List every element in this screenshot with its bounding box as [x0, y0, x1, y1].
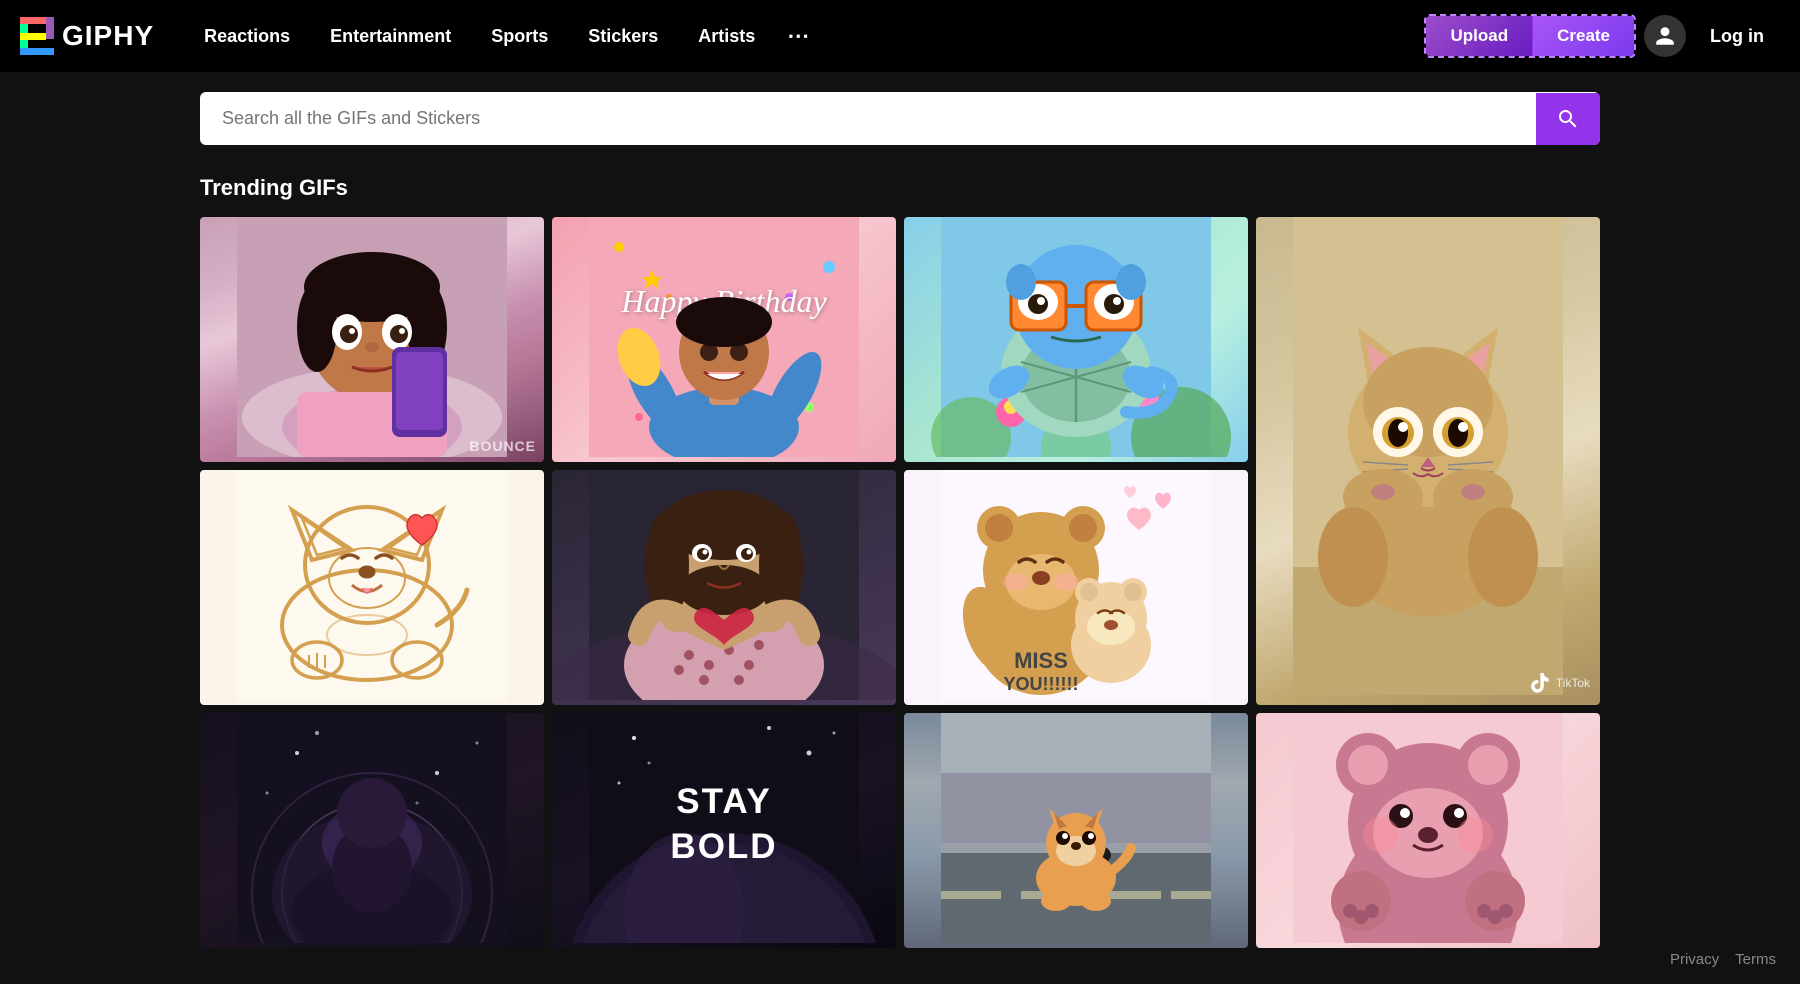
birthday-gif: Happy Birthday To me: [552, 217, 896, 457]
woman-gif: [200, 217, 544, 457]
svg-text:BOLD: BOLD: [670, 827, 777, 866]
nav-artists[interactable]: Artists: [678, 18, 775, 55]
logo-text: GIPHY: [62, 20, 154, 52]
header-right: Upload Create Log in: [1424, 14, 1780, 58]
search-bar: [200, 92, 1600, 145]
login-button[interactable]: Log in: [1694, 18, 1780, 55]
giphy-logo[interactable]: GIPHY: [20, 17, 154, 55]
main-nav: Reactions Entertainment Sports Stickers …: [184, 15, 1414, 57]
stay-bold-gif: STAY BOLD: [552, 713, 896, 943]
cat-gif: [1256, 217, 1600, 695]
logo-icon: [20, 17, 54, 55]
user-icon-button[interactable]: [1644, 15, 1686, 57]
gif-grid: BOUNCE Happy Birthday To me: [200, 217, 1600, 948]
gif-item-squirtle[interactable]: [904, 217, 1248, 462]
svg-text:MISS: MISS: [1014, 648, 1068, 673]
gif-item-man-heart[interactable]: [552, 470, 896, 705]
tiktok-watermark: TikTok: [1528, 671, 1590, 695]
search-section: [0, 72, 1800, 165]
search-icon: [1556, 107, 1580, 131]
create-button[interactable]: Create: [1532, 16, 1634, 56]
trending-title: Trending GIFs: [200, 175, 1600, 201]
corgi-gif: [200, 470, 544, 700]
nav-entertainment[interactable]: Entertainment: [310, 18, 471, 55]
gif-item-pink-bear[interactable]: [1256, 713, 1600, 948]
gif-item-corgi[interactable]: [200, 470, 544, 705]
upload-button[interactable]: Upload: [1426, 16, 1532, 56]
gif-item-cat[interactable]: TikTok: [1256, 217, 1600, 705]
upload-create-group: Upload Create: [1424, 14, 1636, 58]
gif-item-miss-you[interactable]: MISS YOU!!!!!!: [904, 470, 1248, 705]
nav-reactions[interactable]: Reactions: [184, 18, 310, 55]
terms-link[interactable]: Terms: [1735, 951, 1776, 968]
nav-more-button[interactable]: ⋯: [775, 15, 821, 57]
man-heart-gif: [552, 470, 896, 700]
bounce-watermark: BOUNCE: [469, 438, 536, 454]
gif-item-stay-bold[interactable]: STAY BOLD: [552, 713, 896, 948]
dark-gif: [200, 713, 544, 943]
gif-item-birthday[interactable]: Happy Birthday To me: [552, 217, 896, 462]
tiktok-icon: [1528, 671, 1552, 695]
dog-road-gif: [904, 713, 1248, 943]
pink-bear-gif: [1256, 713, 1600, 943]
tiktok-label: TikTok: [1556, 676, 1590, 690]
svg-text:YOU!!!!!!: YOU!!!!!!: [1004, 674, 1079, 694]
miss-you-gif: MISS YOU!!!!!!: [904, 470, 1248, 700]
squirtle-gif: [904, 217, 1248, 457]
header: GIPHY Reactions Entertainment Sports Sti…: [0, 0, 1800, 72]
main-content: Trending GIFs: [0, 165, 1800, 968]
user-icon: [1654, 25, 1676, 47]
gif-item-woman[interactable]: BOUNCE: [200, 217, 544, 462]
gif-item-dog-road[interactable]: [904, 713, 1248, 948]
nav-sports[interactable]: Sports: [471, 18, 568, 55]
search-input[interactable]: [200, 92, 1536, 145]
nav-stickers[interactable]: Stickers: [568, 18, 678, 55]
footer: Privacy Terms: [1646, 935, 1800, 984]
privacy-link[interactable]: Privacy: [1670, 951, 1719, 968]
gif-item-dark1[interactable]: [200, 713, 544, 948]
svg-text:STAY: STAY: [676, 782, 772, 821]
search-button[interactable]: [1536, 93, 1600, 145]
